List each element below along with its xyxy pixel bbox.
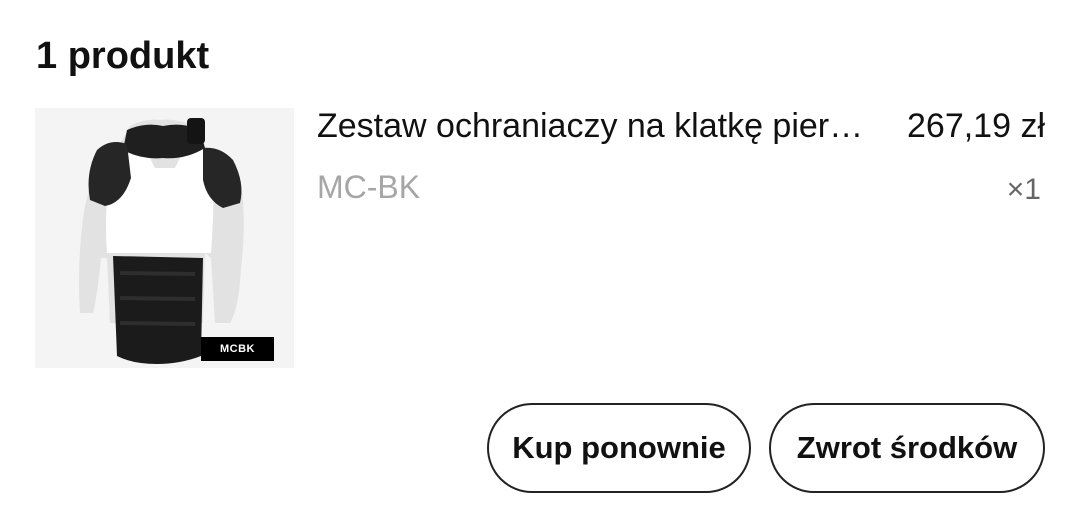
product-name[interactable]: Zestaw ochraniaczy na klatkę piersiową i…: [317, 108, 872, 144]
refund-button[interactable]: Zwrot środków: [769, 403, 1045, 493]
order-actions: Kup ponownie Zwrot środków: [487, 403, 1045, 493]
product-variant: MC-BK: [317, 169, 421, 205]
buy-again-button[interactable]: Kup ponownie: [487, 403, 751, 493]
product-quantity: ×1: [1006, 173, 1041, 206]
tactical-vest-image: [35, 108, 294, 368]
product-price: 267,19 zł: [907, 107, 1045, 145]
product-item[interactable]: MCBK Zestaw ochraniaczy na klatkę piersi…: [35, 108, 1045, 370]
product-thumbnail[interactable]: MCBK: [35, 108, 294, 368]
variant-tag: MCBK: [201, 337, 274, 361]
products-count-title: 1 produkt: [36, 35, 210, 77]
